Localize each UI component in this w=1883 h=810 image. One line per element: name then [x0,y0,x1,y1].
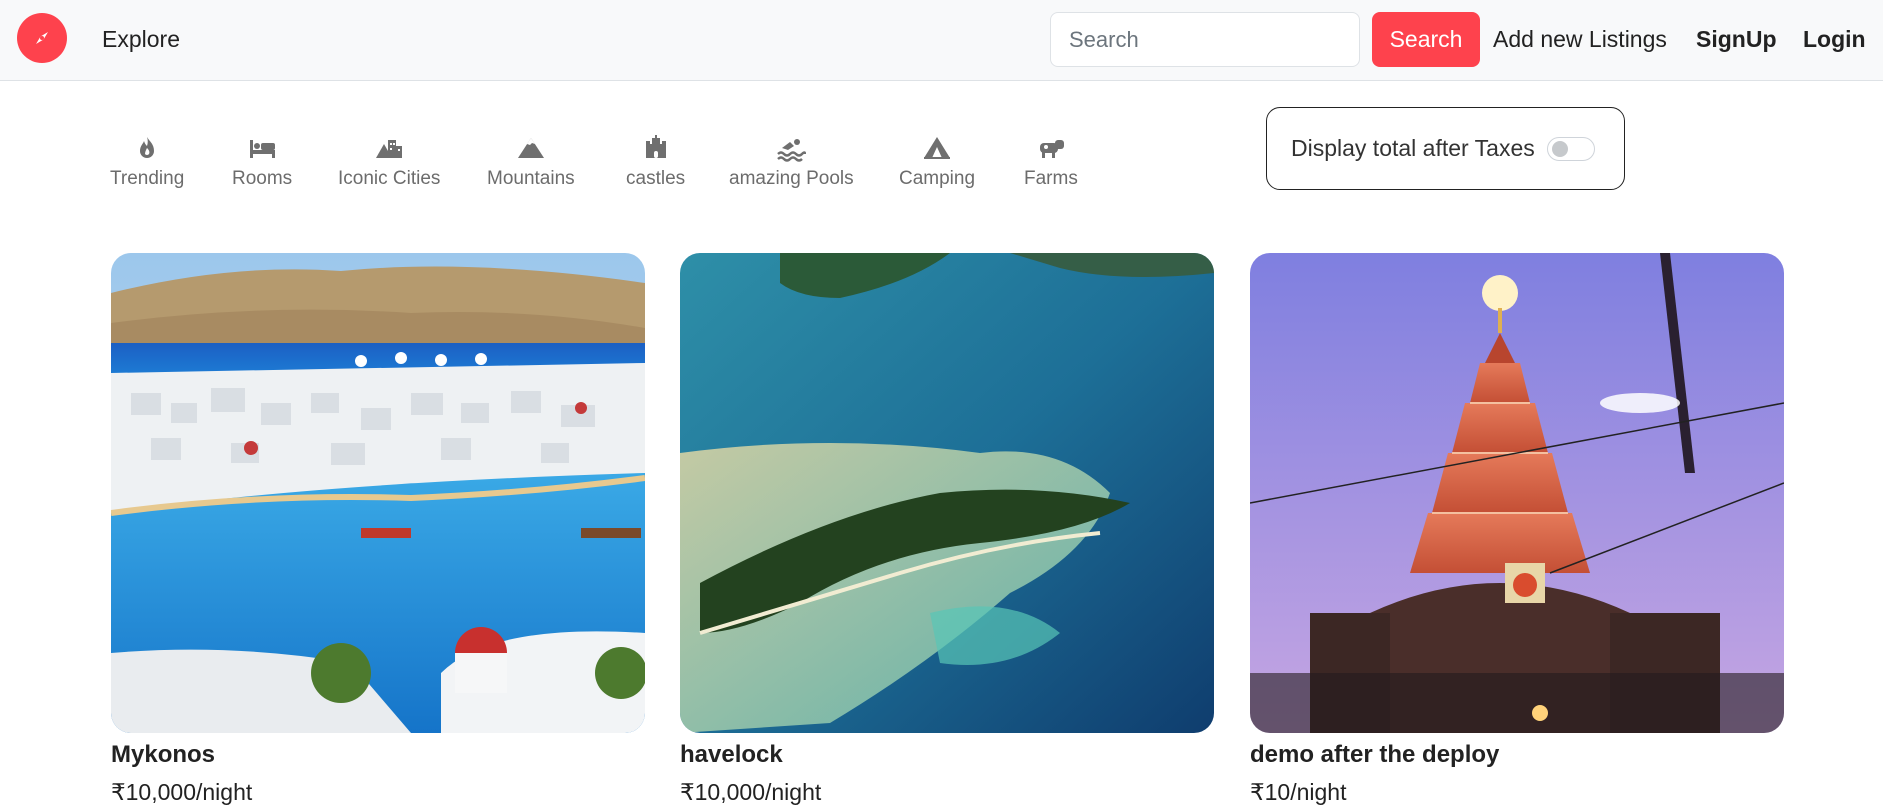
filter-farms[interactable]: Farms [1024,134,1078,190]
castle-icon [641,134,671,162]
navbar: Explore Search Add new Listings SignUp L… [0,0,1883,81]
swimmer-icon [776,134,807,162]
filter-label: Mountains [487,168,575,189]
login-link[interactable]: Login [1803,26,1866,53]
tent-icon [922,134,952,162]
city-icon [374,134,404,162]
filter-iconic-cities[interactable]: Iconic Cities [338,134,440,190]
signup-link[interactable]: SignUp [1696,26,1777,53]
listing-price: ₹10/night [1250,779,1347,805]
filter-label: Farms [1024,168,1078,189]
tax-toggle-label: Display total after Taxes [1291,135,1535,161]
filter-rooms[interactable]: Rooms [232,134,292,190]
filter-label: Trending [110,168,185,189]
listing-image[interactable] [111,253,645,733]
filter-trending[interactable]: Trending [110,134,184,190]
listing-price: ₹10,000/night [680,779,822,805]
toggle-knob [1551,140,1568,157]
listing-card[interactable]: havelock ₹10,000/night [680,253,1214,806]
listing-card[interactable]: demo after the deploy ₹10/night [1250,253,1784,806]
tax-toggle-box: Display total after Taxes [1266,107,1625,190]
listing-card[interactable]: Mykonos ₹10,000/night [111,253,645,806]
mountain-icon [516,134,546,162]
listing-price: ₹10,000/night [111,779,253,805]
filter-castles[interactable]: castles [626,134,685,190]
filter-mountains[interactable]: Mountains [487,134,575,190]
tax-toggle-switch[interactable] [1546,136,1595,161]
filter-camping[interactable]: Camping [899,134,975,190]
filter-label: Rooms [232,168,293,189]
add-listing-link[interactable]: Add new Listings [1493,26,1667,53]
listing-image[interactable] [1250,253,1784,733]
cow-icon [1036,134,1066,162]
listing-title: havelock [680,741,783,768]
filter-label: Camping [899,168,976,189]
search-button[interactable]: Search [1372,12,1480,67]
fire-icon [132,134,162,162]
listing-image[interactable] [680,253,1214,733]
bed-icon [247,134,277,162]
filter-label: castles [626,168,686,189]
filter-label: amazing Pools [729,168,854,189]
nav-explore-link[interactable]: Explore [102,26,180,53]
search-input[interactable] [1050,12,1360,67]
filter-label: Iconic Cities [338,168,441,189]
filter-amazing-pools[interactable]: amazing Pools [729,134,854,190]
compass-icon[interactable] [17,13,67,63]
listing-title: demo after the deploy [1250,741,1500,768]
listing-title: Mykonos [111,741,216,768]
